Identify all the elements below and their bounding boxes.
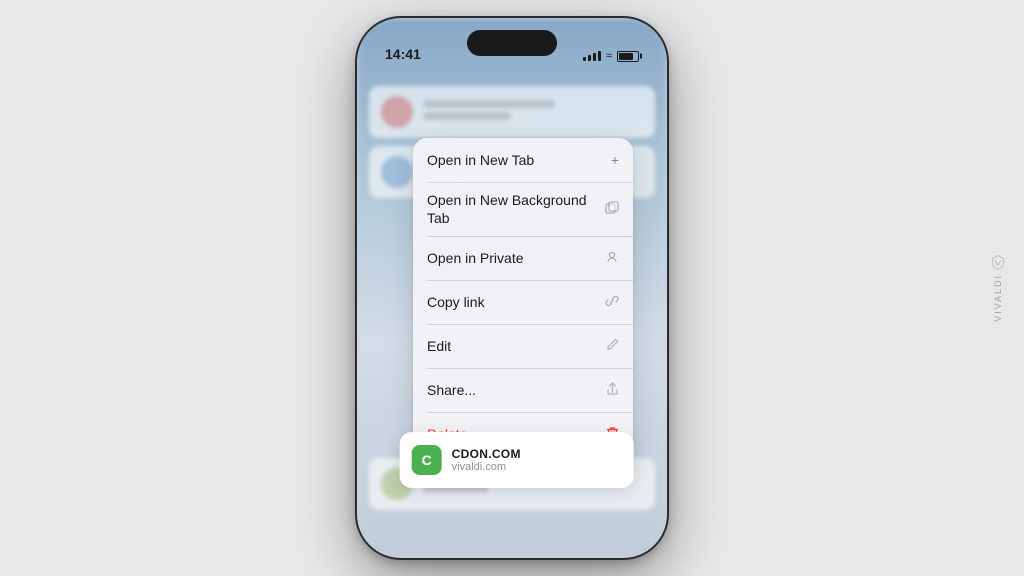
menu-item-share[interactable]: Share... bbox=[413, 368, 633, 412]
preview-url: vivaldi.com bbox=[452, 461, 622, 473]
bg-list-item-1 bbox=[369, 86, 655, 138]
menu-item-open-background-tab-label: Open in New Background Tab bbox=[427, 191, 605, 227]
status-time: 14:41 bbox=[385, 46, 421, 62]
share-icon bbox=[606, 382, 619, 399]
vivaldi-watermark: VIVALDI bbox=[990, 254, 1006, 322]
preview-title: CDON.COM bbox=[452, 447, 622, 461]
status-icons: ≈ bbox=[583, 50, 639, 62]
menu-item-share-label: Share... bbox=[427, 381, 476, 399]
edit-icon bbox=[606, 338, 619, 354]
menu-item-edit[interactable]: Edit bbox=[413, 324, 633, 368]
vivaldi-label: VIVALDI bbox=[993, 274, 1003, 322]
vivaldi-logo-icon bbox=[990, 254, 1006, 270]
menu-item-open-private-label: Open in Private bbox=[427, 249, 524, 267]
wifi-icon: ≈ bbox=[606, 50, 612, 62]
preview-info: CDON.COM vivaldi.com bbox=[452, 447, 622, 473]
copy-link-icon bbox=[605, 294, 619, 311]
context-menu: Open in New Tab + Open in New Background… bbox=[413, 138, 633, 456]
menu-item-copy-link-label: Copy link bbox=[427, 293, 485, 311]
open-new-tab-icon: + bbox=[611, 152, 619, 168]
menu-item-open-new-tab[interactable]: Open in New Tab + bbox=[413, 138, 633, 182]
phone-frame: 14:41 ≈ Open in New Tab + bbox=[357, 18, 667, 558]
battery-icon bbox=[617, 51, 639, 62]
phone-screen: 14:41 ≈ Open in New Tab + bbox=[357, 18, 667, 558]
preview-favicon: C bbox=[412, 445, 442, 475]
open-private-icon bbox=[605, 250, 619, 267]
dynamic-island bbox=[467, 30, 557, 56]
menu-item-open-background-tab[interactable]: Open in New Background Tab bbox=[413, 182, 633, 236]
menu-item-copy-link[interactable]: Copy link bbox=[413, 280, 633, 324]
menu-item-open-private[interactable]: Open in Private bbox=[413, 236, 633, 280]
menu-item-edit-label: Edit bbox=[427, 337, 451, 355]
preview-card: C CDON.COM vivaldi.com bbox=[400, 432, 634, 488]
open-background-tab-icon bbox=[605, 201, 619, 218]
menu-item-open-new-tab-label: Open in New Tab bbox=[427, 151, 534, 169]
signal-icon bbox=[583, 51, 601, 61]
